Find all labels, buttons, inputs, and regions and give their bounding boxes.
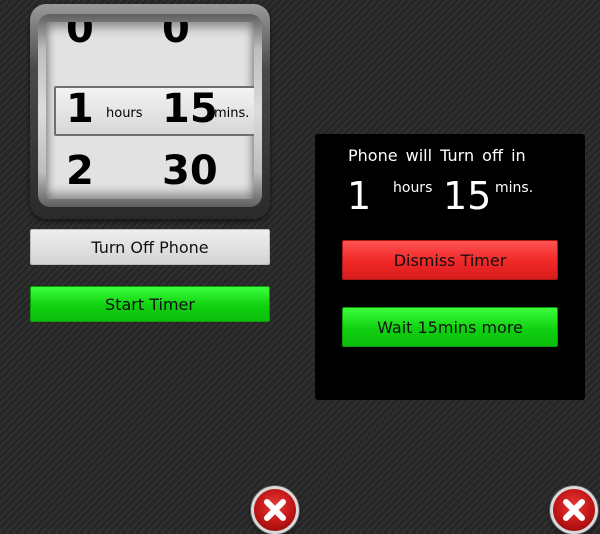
picker-row-selected[interactable]: 1 hours 15 mins.: [46, 84, 254, 134]
picker-hours-value: 2: [66, 148, 94, 194]
start-timer-button[interactable]: Start Timer: [30, 286, 270, 322]
time-picker-face: 0 0 1 hours 15 mins. 2 30: [46, 22, 254, 199]
dialog-hours-unit: hours: [393, 180, 433, 196]
picker-minutes-value: 30: [162, 148, 218, 194]
close-x-glyph: [563, 499, 585, 521]
time-picker-wheel: 0 0 1 hours 15 mins. 2 30: [38, 14, 262, 207]
picker-hours-unit: hours: [106, 106, 143, 121]
picker-row-next[interactable]: 2 30: [46, 146, 254, 196]
turn-off-phone-button[interactable]: Turn Off Phone: [30, 229, 270, 265]
picker-minutes-value: 0: [162, 22, 190, 52]
dialog-minutes-value: 15: [443, 174, 492, 218]
picker-hours-value: 0: [66, 22, 94, 52]
picker-minutes-unit: mins.: [214, 106, 250, 121]
timer-dialog: Phone will Turn off in 1 hours 15 mins. …: [315, 134, 585, 400]
wait-15mins-button[interactable]: Wait 15mins more: [342, 307, 558, 347]
close-icon[interactable]: [550, 486, 598, 534]
picker-hours-value: 1: [66, 86, 94, 132]
picker-row-previous[interactable]: 0 0: [46, 22, 254, 54]
picker-minutes-value: 15: [162, 86, 218, 132]
dialog-hours-value: 1: [347, 174, 372, 218]
time-picker[interactable]: 0 0 1 hours 15 mins. 2 30: [30, 4, 270, 219]
close-icon[interactable]: [251, 486, 299, 534]
dismiss-timer-button[interactable]: Dismiss Timer: [342, 240, 558, 280]
close-x-glyph: [264, 499, 286, 521]
dialog-minutes-unit: mins.: [495, 180, 534, 196]
dialog-title: Phone will Turn off in: [348, 146, 526, 165]
